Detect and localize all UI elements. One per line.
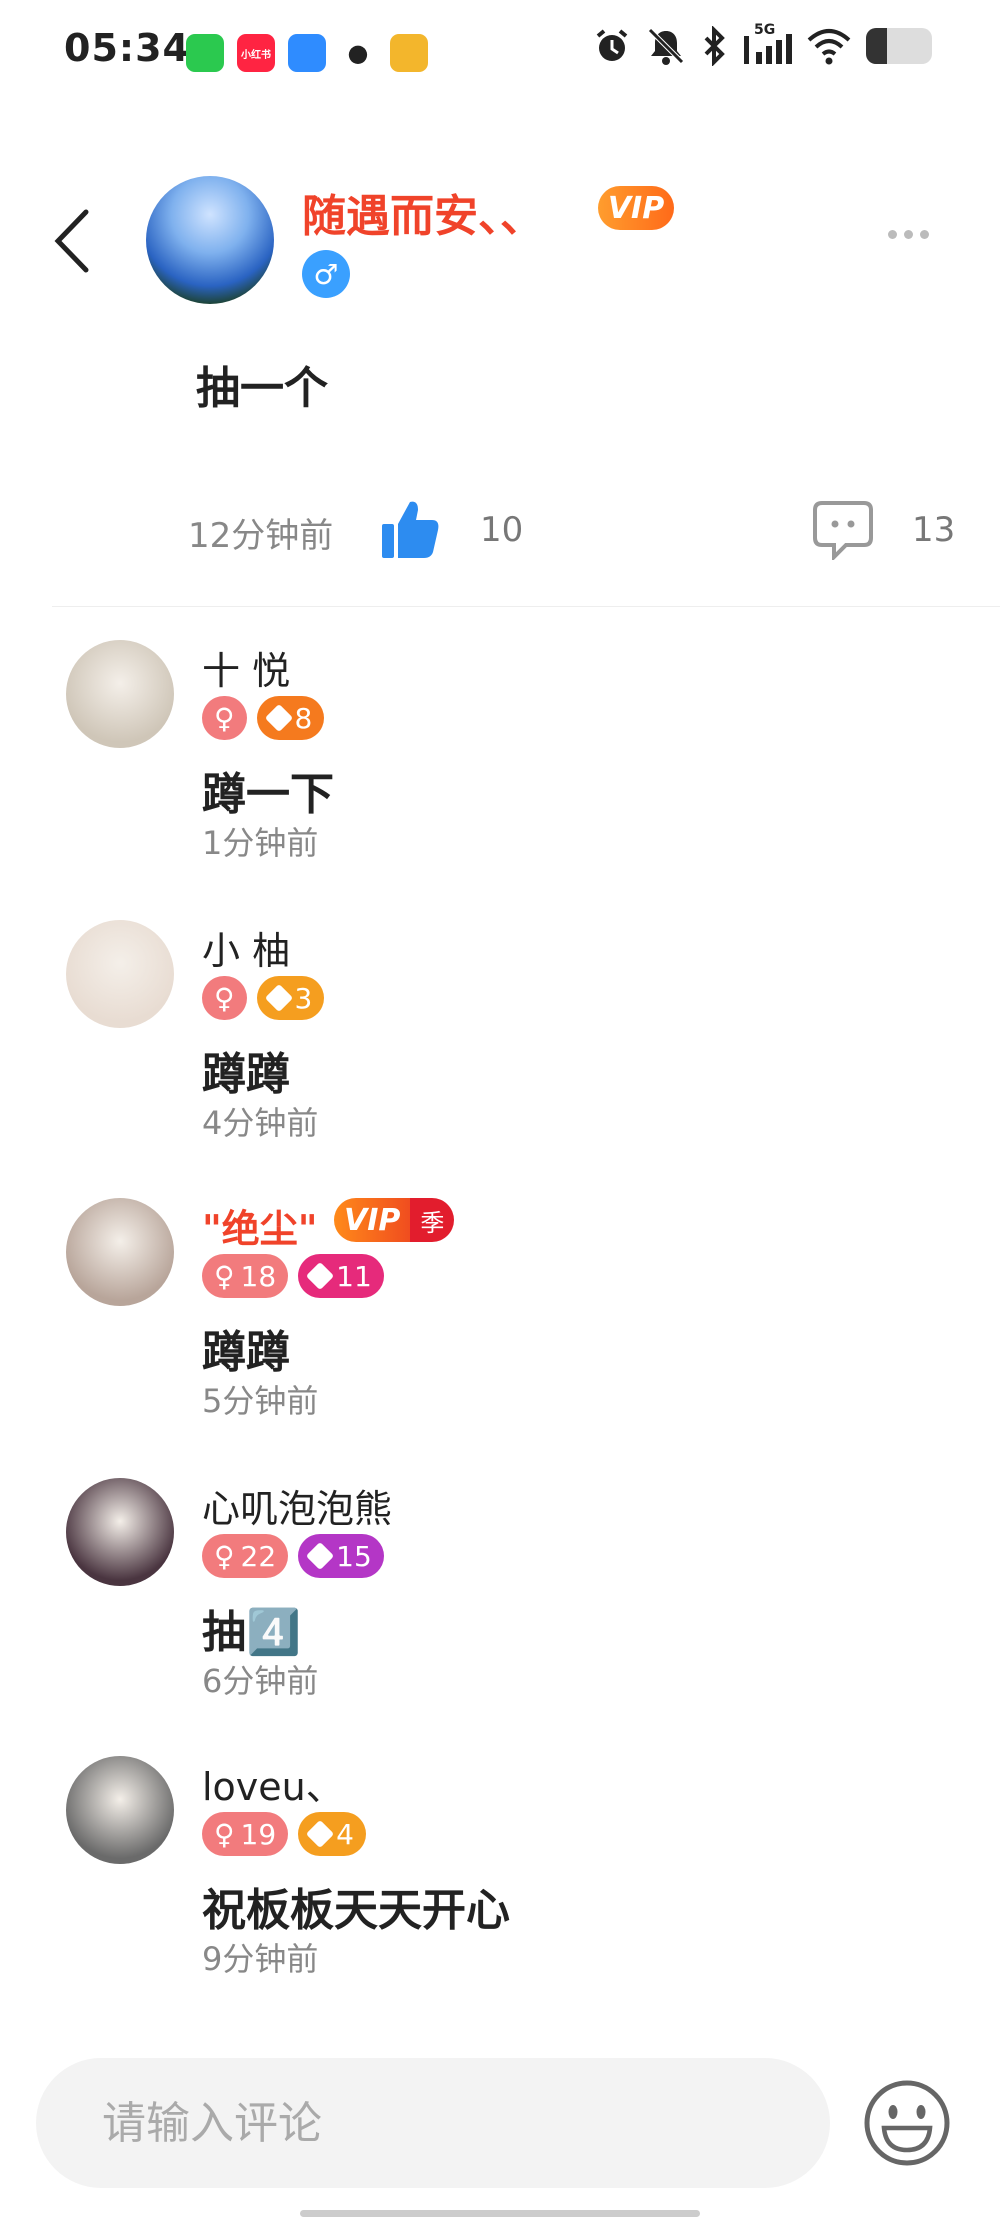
female-icon: ♀ — [214, 701, 235, 735]
alarm-icon — [596, 29, 628, 61]
back-arrow-icon[interactable] — [52, 206, 92, 276]
qq-icon: ● — [339, 34, 377, 72]
vip-label: VIP — [334, 1198, 411, 1242]
diamond-icon — [306, 1541, 335, 1571]
divider — [52, 606, 1000, 607]
commenter-avatar[interactable] — [66, 640, 174, 748]
xiaohongshu-icon: 小红书 — [237, 34, 275, 72]
level-number: 11 — [336, 1259, 372, 1293]
female-badge: ♀ 22 — [202, 1534, 289, 1578]
female-icon: ♀ — [214, 1539, 235, 1573]
battery-fill — [866, 28, 888, 64]
signal-icon: 5G — [744, 22, 792, 66]
vip-season-badge: VIP 季 — [334, 1198, 455, 1242]
vip-badge: VIP — [598, 186, 674, 230]
comment-bubble-icon[interactable] — [812, 500, 874, 560]
diamond-icon — [306, 1261, 335, 1291]
bluetooth-icon — [704, 26, 725, 66]
comment-time: 6分钟前 — [202, 1662, 319, 1700]
comment-count: 13 — [912, 510, 956, 550]
user-badges: ♀ 22 15 — [202, 1534, 384, 1578]
female-badge: ♀ 18 — [202, 1254, 289, 1298]
comment-item[interactable]: loveu、 ♀ 19 4 祝板板天天开心 9分钟前 — [0, 1756, 1000, 2026]
user-badges: ♀ 3 — [202, 976, 325, 1020]
gender-badge: ♂ — [302, 250, 350, 298]
comment-input[interactable] — [36, 2058, 830, 2188]
emoji-icon[interactable] — [862, 2078, 952, 2168]
comment-time: 5分钟前 — [202, 1382, 319, 1420]
female-badge: ♀ — [202, 696, 247, 740]
wechat-icon — [186, 34, 224, 72]
comment-item[interactable]: "绝尘" VIP 季 ♀ 18 11 蹲蹲 5分钟前 — [0, 1198, 1000, 1468]
age-label: 18 — [240, 1259, 277, 1293]
commenter-name[interactable]: 心叽泡泡熊 — [202, 1478, 392, 1533]
commenter-avatar[interactable] — [66, 920, 174, 1028]
app-orange-icon — [390, 34, 428, 72]
comment-text: 抽4️⃣ — [202, 1607, 301, 1658]
commenter-name[interactable]: 十 悦 — [202, 640, 290, 695]
comment-text: 蹲蹲 — [202, 1049, 290, 1100]
diamond-icon — [264, 983, 293, 1013]
female-icon: ♀ — [214, 1817, 235, 1851]
comment-item[interactable]: 小 柚 ♀ 3 蹲蹲 4分钟前 — [0, 920, 1000, 1190]
diamond-icon — [264, 703, 293, 733]
comment-time: 1分钟前 — [202, 824, 319, 862]
status-time: 05:34 — [64, 26, 190, 70]
app-blue-icon — [288, 34, 326, 72]
comment-item[interactable]: 十 悦 ♀ 8 蹲一下 1分钟前 — [0, 640, 1000, 910]
female-badge: ♀ — [202, 976, 247, 1020]
more-options-icon[interactable] — [888, 230, 929, 239]
female-icon: ♀ — [214, 1259, 235, 1293]
user-badges: ♀ 18 11 — [202, 1254, 384, 1298]
user-badges: ♀ 8 — [202, 696, 325, 740]
level-badge: 11 — [298, 1254, 384, 1298]
status-right-icons: 5G — [592, 22, 932, 66]
female-icon: ♀ — [214, 981, 235, 1015]
level-number: 8 — [294, 701, 313, 735]
level-number: 3 — [294, 981, 313, 1015]
post-time: 12分钟前 — [188, 516, 334, 556]
poster-username[interactable]: 随遇而安、、 — [302, 180, 544, 244]
diamond-icon — [306, 1819, 335, 1849]
age-label: 19 — [240, 1817, 277, 1851]
like-thumbs-up-icon[interactable] — [380, 498, 440, 562]
level-number: 4 — [336, 1817, 354, 1851]
commenter-avatar[interactable] — [66, 1478, 174, 1586]
home-indicator — [300, 2210, 700, 2217]
wifi-icon — [807, 29, 851, 65]
mute-icon — [648, 28, 684, 65]
level-badge: 3 — [256, 976, 325, 1020]
commenter-avatar[interactable] — [66, 1756, 174, 1864]
like-count: 10 — [480, 510, 524, 550]
level-badge: 15 — [298, 1534, 384, 1578]
commenter-name[interactable]: loveu、 — [202, 1756, 344, 1811]
level-number: 15 — [336, 1539, 372, 1573]
poster-avatar[interactable] — [146, 176, 274, 304]
vip-season-label: 季 — [410, 1198, 455, 1242]
comment-time: 4分钟前 — [202, 1104, 319, 1142]
commenter-name[interactable]: 小 柚 — [202, 920, 290, 975]
female-badge: ♀ 19 — [202, 1812, 289, 1856]
comment-text: 祝板板天天开心 — [202, 1885, 510, 1936]
user-badges: ♀ 19 4 — [202, 1812, 366, 1856]
comment-time: 9分钟前 — [202, 1940, 319, 1978]
level-badge: 4 — [298, 1812, 366, 1856]
commenter-name[interactable]: "绝尘" — [202, 1198, 318, 1253]
commenter-avatar[interactable] — [66, 1198, 174, 1306]
comment-text: 蹲一下 — [202, 769, 334, 820]
age-label: 22 — [240, 1539, 277, 1573]
comment-item[interactable]: 心叽泡泡熊 ♀ 22 15 抽4️⃣ 6分钟前 — [0, 1478, 1000, 1748]
battery-icon — [866, 28, 932, 64]
level-badge: 8 — [256, 696, 325, 740]
comment-text: 蹲蹲 — [202, 1327, 290, 1378]
post-content: 抽一个 — [196, 363, 328, 414]
